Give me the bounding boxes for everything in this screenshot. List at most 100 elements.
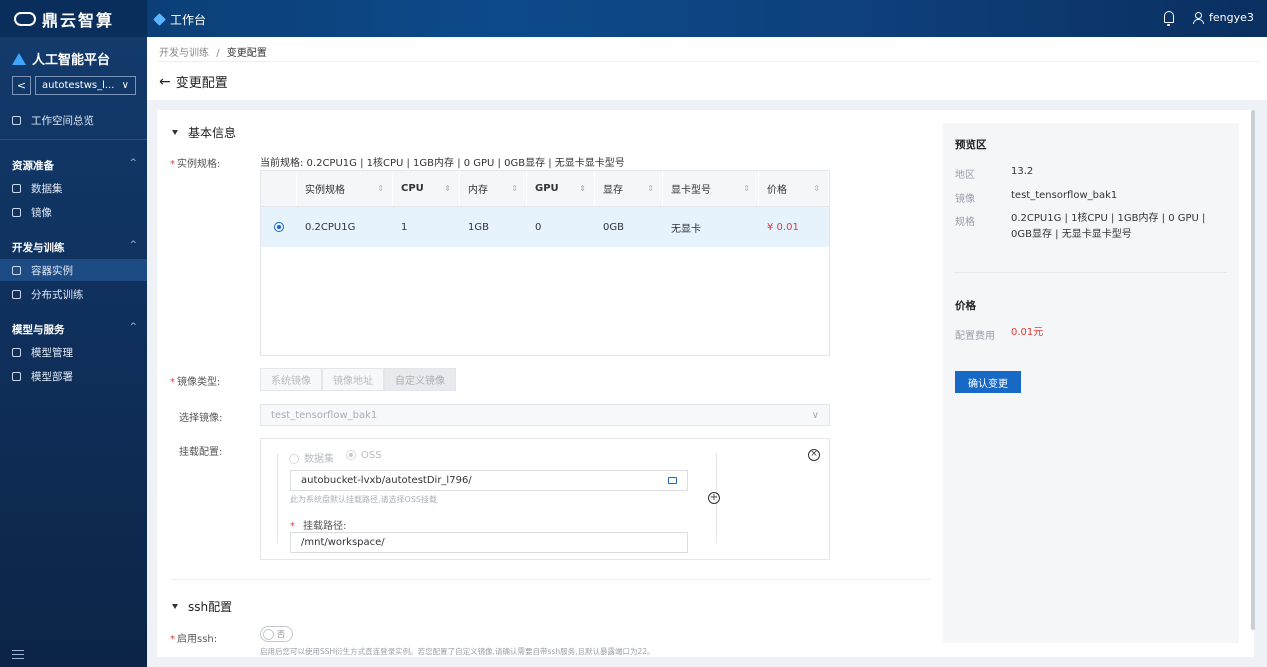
preview-panel: 预览区 地区 13.2 镜像 test_tensorflow_bak1 规格 0…	[943, 123, 1239, 643]
mount-label: 挂载配置:	[179, 447, 223, 458]
sort-icon: ⇕	[444, 184, 451, 193]
mount-path-value: /mnt/workspace/	[301, 537, 385, 548]
folder-icon[interactable]	[668, 477, 677, 484]
breadcrumb-separator: /	[216, 48, 220, 59]
arrow-left-icon[interactable]: ←	[159, 74, 171, 90]
sidebar-item-model-manage[interactable]: 模型管理	[0, 341, 147, 363]
username: fengye3	[1209, 11, 1254, 24]
spec-table: 实例规格 ⇕ CPU ⇕ 内存 ⇕ GPU ⇕ 显存 ⇕ 显卡型号 ⇕ 价格 ⇕ 0.2CPU…	[260, 170, 830, 356]
nav-group-dev-train[interactable]: 开发与训练 ^	[12, 240, 137, 255]
cell-mem: 1GB	[468, 221, 489, 233]
nav-group-label: 资源准备	[12, 160, 54, 172]
toggle-knob	[263, 628, 274, 640]
basic-info-section[interactable]: 基本信息	[172, 124, 236, 141]
image-value: test_tensorflow_bak1	[1011, 190, 1118, 201]
cloud-logo-icon	[14, 11, 36, 26]
mount-path-input[interactable]: /mnt/workspace/	[290, 532, 688, 553]
platform-logo-icon	[12, 52, 26, 65]
current-spec: 当前规格: 0.2CPU1G | 1核CPU | 1GB内存 | 0 GPU |…	[260, 158, 625, 169]
cell-cpu: 1	[401, 221, 408, 233]
cell-card: 无显卡	[671, 223, 701, 235]
confirm-change-button[interactable]: 确认变更	[955, 371, 1021, 393]
sidebar-item-label: 模型部署	[31, 370, 73, 383]
column-header-card[interactable]: 显卡型号 ⇕	[663, 171, 759, 206]
fee-label: 配置费用	[955, 331, 995, 342]
region-value: 13.2	[1011, 166, 1034, 177]
column-header-spec[interactable]: 实例规格 ⇕	[297, 171, 393, 206]
column-header-gpu[interactable]: GPU ⇕	[527, 171, 595, 206]
segment-custom-image[interactable]: 自定义镜像	[384, 368, 456, 391]
container-icon	[12, 265, 21, 275]
workbench-label: 工作台	[170, 13, 207, 27]
cell-vram: 0GB	[603, 221, 624, 233]
menu-icon[interactable]	[12, 650, 24, 659]
radio-selected-icon	[274, 222, 284, 232]
user-menu[interactable]: fengye3	[1193, 11, 1254, 24]
image-select[interactable]: test_tensorflow_bak1 ∨	[260, 404, 830, 426]
page-header: 开发与训练 / 变更配置 ← 变更配置	[147, 37, 1267, 100]
breadcrumb: 开发与训练 / 变更配置	[159, 44, 267, 59]
oss-path-input[interactable]: autobucket-lvxb/autotestDir_l796/	[290, 470, 688, 491]
ssh-section[interactable]: ssh配置	[172, 598, 232, 615]
sidebar-item-label: 分布式训练	[31, 288, 84, 301]
nav-group-model-service[interactable]: 模型与服务 ^	[12, 322, 137, 337]
column-header-cpu[interactable]: CPU ⇕	[393, 171, 460, 206]
select-image-label: 选择镜像:	[179, 413, 223, 424]
workspace-row: < autotestws_l... ∨	[12, 76, 136, 95]
ssh-toggle[interactable]: 否	[260, 626, 293, 642]
section-title: ssh配置	[188, 600, 233, 614]
column-header-price[interactable]: 价格 ⇕	[759, 171, 829, 206]
sidebar-item-label: 工作空间总览	[31, 114, 94, 127]
segment-system-image[interactable]: 系统镜像	[260, 368, 322, 391]
segment-image-address[interactable]: 镜像地址	[322, 368, 384, 391]
sort-icon: ⇕	[743, 184, 750, 193]
sidebar-divider	[0, 139, 147, 140]
bell-icon[interactable]	[1164, 11, 1174, 26]
section-title: 基本信息	[188, 126, 237, 140]
workspace-select[interactable]: autotestws_l... ∨	[35, 76, 136, 95]
sidebar-item-label: 模型管理	[31, 346, 73, 359]
column-header-mem[interactable]: 内存 ⇕	[460, 171, 527, 206]
image-select-value: test_tensorflow_bak1	[271, 409, 378, 421]
distributed-icon	[12, 289, 21, 299]
chevron-up-icon: ^	[129, 240, 137, 250]
sidebar-item-container[interactable]: 容器实例	[0, 259, 147, 281]
plus-circle-icon[interactable]: +	[708, 492, 720, 504]
column-header-vram[interactable]: 显存 ⇕	[595, 171, 663, 206]
sidebar-item-dataset[interactable]: 数据集	[0, 177, 147, 199]
cell-spec: 0.2CPU1G	[305, 221, 356, 233]
nav-group-label: 模型与服务	[12, 324, 65, 336]
workbench-link[interactable]: 工作台	[153, 11, 207, 28]
toggle-text: 否	[277, 629, 285, 639]
sidebar-item-distributed[interactable]: 分布式训练	[0, 283, 147, 305]
table-row[interactable]: 0.2CPU1G 1 1GB 0 0GB 无显卡 ¥ 0.01	[261, 207, 829, 247]
image-type-segment: 系统镜像 镜像地址 自定义镜像	[260, 368, 456, 391]
platform-title: 人工智能平台	[12, 49, 110, 68]
section-divider	[171, 579, 931, 580]
sidebar-item-label: 容器实例	[31, 264, 73, 277]
sidebar-item-image[interactable]: 镜像	[0, 201, 147, 223]
breadcrumb-parent[interactable]: 开发与训练	[159, 48, 209, 59]
chevron-down-icon: ∨	[121, 80, 129, 91]
back-button[interactable]: <	[12, 76, 31, 95]
caret-down-icon	[172, 604, 178, 609]
sidebar-item-overview[interactable]: 工作空间总览	[0, 109, 147, 131]
mount-path-label: * 挂载路径:	[290, 521, 347, 532]
sidebar-item-model-deploy[interactable]: 模型部署	[0, 365, 147, 387]
deploy-icon	[12, 371, 21, 381]
close-circle-icon[interactable]: ×	[808, 449, 820, 461]
radio-oss[interactable]: OSS	[346, 450, 382, 465]
sort-icon: ⇕	[647, 184, 654, 193]
scrollbar[interactable]	[1251, 110, 1255, 630]
brand-logo[interactable]: 鼎云智算	[0, 0, 147, 37]
radio-dataset[interactable]: 数据集	[289, 450, 334, 465]
nav-group-resources[interactable]: 资源准备 ^	[12, 158, 137, 173]
sort-icon: ⇕	[813, 184, 820, 193]
cell-price: ¥ 0.01	[767, 221, 799, 233]
sidebar: 人工智能平台 < autotestws_l... ∨ 工作空间总览 资源准备 ^…	[0, 37, 147, 667]
preview-title: 预览区	[955, 139, 987, 151]
oss-hint: 此为系统盘默认挂载路径,请选择OSS挂载	[290, 495, 437, 504]
row-radio[interactable]	[261, 222, 297, 232]
page-title: 变更配置	[175, 76, 228, 91]
sidebar-item-label: 数据集	[31, 182, 63, 195]
